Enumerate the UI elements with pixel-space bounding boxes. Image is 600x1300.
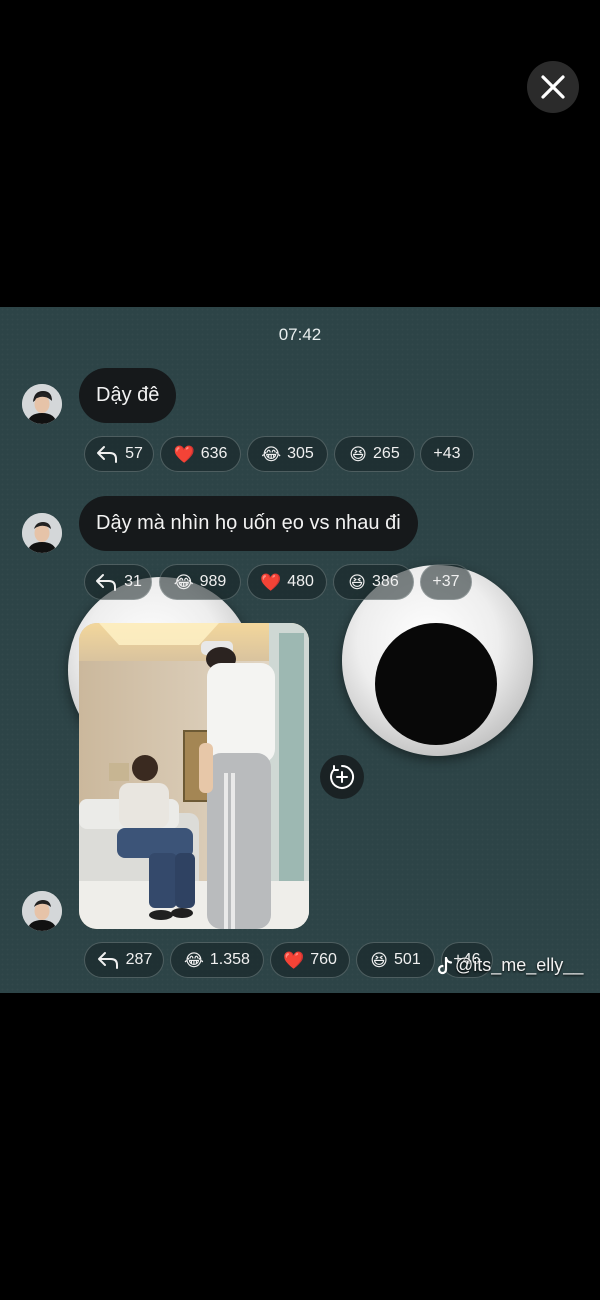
avatar[interactable] [22,384,62,424]
chat-screenshot: 07:42 Dậy đê 57 ❤️ 636 😂 305 😆 265 +43 D… [0,307,600,993]
heart-icon: ❤️ [283,950,305,970]
reaction-chip-tears-of-joy[interactable]: 😂 989 [159,564,241,600]
reply-arrow-icon [97,952,118,969]
reaction-count: +43 [433,445,461,462]
reply-arrow-icon [97,446,118,463]
reaction-count: 287 [125,951,153,968]
message-bubble[interactable]: Dậy mà nhìn họ uốn ẹo vs nhau đi [79,496,418,551]
close-icon [541,75,565,99]
reply-chip[interactable]: 31 [84,564,152,600]
photo-message[interactable] [79,623,309,929]
more-reactions-chip[interactable]: +43 [420,436,474,472]
reaction-count: 501 [394,951,421,968]
reply-chip[interactable]: 287 [84,942,164,978]
reaction-count: 989 [199,573,227,590]
reply-arrow-icon [96,574,117,591]
tiktok-logo-icon [437,956,453,974]
reaction-chip-heart[interactable]: ❤️ 636 [160,436,241,472]
reaction-chip-laughing[interactable]: 😆 501 [356,942,435,978]
reaction-chip-laughing[interactable]: 😆 386 [333,564,414,600]
heart-icon: ❤️ [260,572,282,592]
reaction-chip-laughing[interactable]: 😆 265 [334,436,415,472]
reaction-count: 1.358 [209,951,250,968]
tears-of-joy-icon: 😂 [184,950,204,970]
reaction-count: 760 [310,951,337,968]
message-bubble[interactable]: Dậy đê [79,368,177,423]
reaction-chip-tears-of-joy[interactable]: 😂 305 [247,436,328,472]
reaction-chip-tears-of-joy[interactable]: 😂 1.358 [170,942,264,978]
laughing-face-icon: 😆 [370,950,389,970]
reaction-count: 57 [125,445,143,462]
close-button[interactable] [527,61,579,113]
add-share-icon [330,764,355,789]
tears-of-joy-icon: 😂 [261,444,282,464]
reaction-count: 305 [287,445,314,462]
laughing-face-icon: 😆 [349,444,368,464]
avatar[interactable] [22,513,62,553]
reaction-count: 31 [124,573,142,590]
message-timestamp: 07:42 [278,325,322,344]
laughing-face-icon: 😆 [348,572,367,592]
reaction-count: 265 [373,445,400,462]
reaction-chip-heart[interactable]: ❤️ 760 [270,942,350,978]
tiktok-watermark: @its_me_elly__ [437,955,583,976]
avatar[interactable] [22,891,62,931]
reaction-count: 636 [200,445,228,462]
tears-of-joy-icon: 😂 [173,572,194,592]
more-reactions-chip[interactable]: +37 [420,564,472,600]
share-button[interactable] [320,755,364,799]
reaction-count: 480 [287,573,314,590]
reaction-count: +37 [432,573,460,590]
watermark-handle: @its_me_elly__ [455,955,584,975]
reaction-chip-heart[interactable]: ❤️ 480 [247,564,327,600]
heart-icon: ❤️ [173,444,195,464]
reply-chip[interactable]: 57 [84,436,154,472]
reaction-count: 386 [372,573,399,590]
